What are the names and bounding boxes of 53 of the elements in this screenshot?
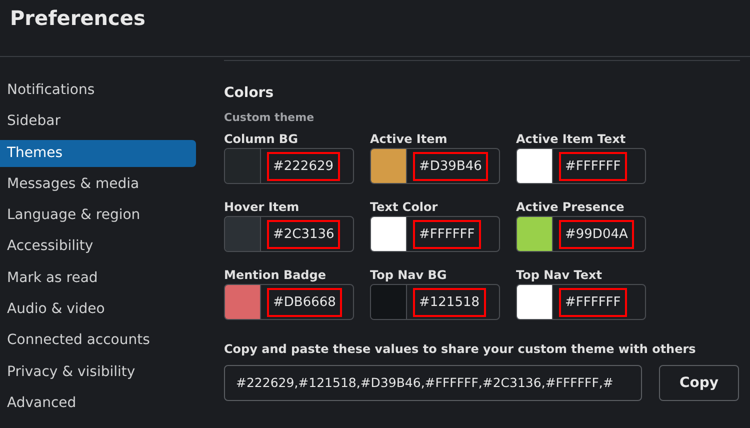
color-label: Mention Badge [224, 267, 327, 284]
color-label: Hover Item [224, 199, 300, 216]
section-subtitle: Custom theme [224, 111, 316, 124]
color-field[interactable]: #99D04A [516, 216, 646, 252]
sidebar-item[interactable]: Notifications [0, 77, 196, 104]
copy-button[interactable]: Copy [659, 365, 739, 401]
hex-value: #D39B46 [415, 154, 486, 178]
sidebar-item[interactable]: Mark as read [0, 264, 196, 292]
sidebar-item[interactable]: Advanced [0, 390, 196, 417]
color-swatch[interactable] [517, 217, 553, 251]
color-swatch[interactable] [225, 217, 261, 251]
sidebar-item[interactable]: Themes [0, 140, 196, 167]
page-title: Preferences [9, 5, 146, 32]
sidebar-item[interactable]: Privacy & visibility [0, 358, 196, 386]
color-field[interactable]: #121518 [370, 284, 500, 320]
sidebar-item[interactable]: Connected accounts [0, 327, 196, 354]
hex-value: #2C3136 [269, 222, 338, 246]
color-field[interactable]: #D39B46 [370, 148, 500, 184]
hex-value: #99D04A [561, 222, 632, 246]
color-label: Text Color [370, 199, 439, 216]
color-swatch[interactable] [517, 149, 553, 183]
color-field[interactable]: #FFFFFF [516, 284, 646, 320]
section-title: Colors [224, 85, 275, 101]
color-swatch[interactable] [225, 149, 261, 183]
hex-value: #121518 [415, 290, 484, 314]
color-label: Active Item Text [516, 131, 627, 148]
hex-value: #FFFFFF [415, 222, 479, 246]
color-field[interactable]: #222629 [224, 148, 354, 184]
hex-value: #FFFFFF [561, 290, 625, 314]
hex-value: #DB6668 [269, 290, 340, 314]
color-label: Top Nav Text [516, 267, 603, 284]
color-label: Active Presence [516, 199, 626, 216]
sidebar-item[interactable]: Messages & media [0, 170, 196, 198]
color-swatch[interactable] [371, 149, 407, 183]
sidebar-item[interactable]: Audio & video [0, 296, 196, 324]
color-swatch[interactable] [371, 217, 407, 251]
theme-values-field[interactable]: #222629,#121518,#D39B46,#FFFFFF,#2C3136,#FFFFFF,# [224, 365, 642, 401]
hex-value: #222629 [269, 154, 338, 178]
sidebar-item[interactable]: Sidebar [0, 108, 196, 136]
color-swatch[interactable] [371, 285, 407, 319]
sidebar-item[interactable]: Language & region [0, 202, 196, 230]
color-field[interactable]: #2C3136 [224, 216, 354, 252]
share-hint: Copy and paste these values to share your custom theme with others [224, 342, 697, 356]
sidebar-item[interactable]: Accessibility [0, 233, 196, 260]
color-label: Top Nav BG [370, 267, 448, 284]
color-swatch[interactable] [517, 285, 553, 319]
color-field[interactable]: #FFFFFF [516, 148, 646, 184]
hex-value: #FFFFFF [561, 154, 625, 178]
color-label: Column BG [224, 131, 299, 148]
color-swatch[interactable] [225, 285, 261, 319]
color-field[interactable]: #DB6668 [224, 284, 354, 320]
color-label: Active Item [370, 131, 448, 148]
color-field[interactable]: #FFFFFF [370, 216, 500, 252]
